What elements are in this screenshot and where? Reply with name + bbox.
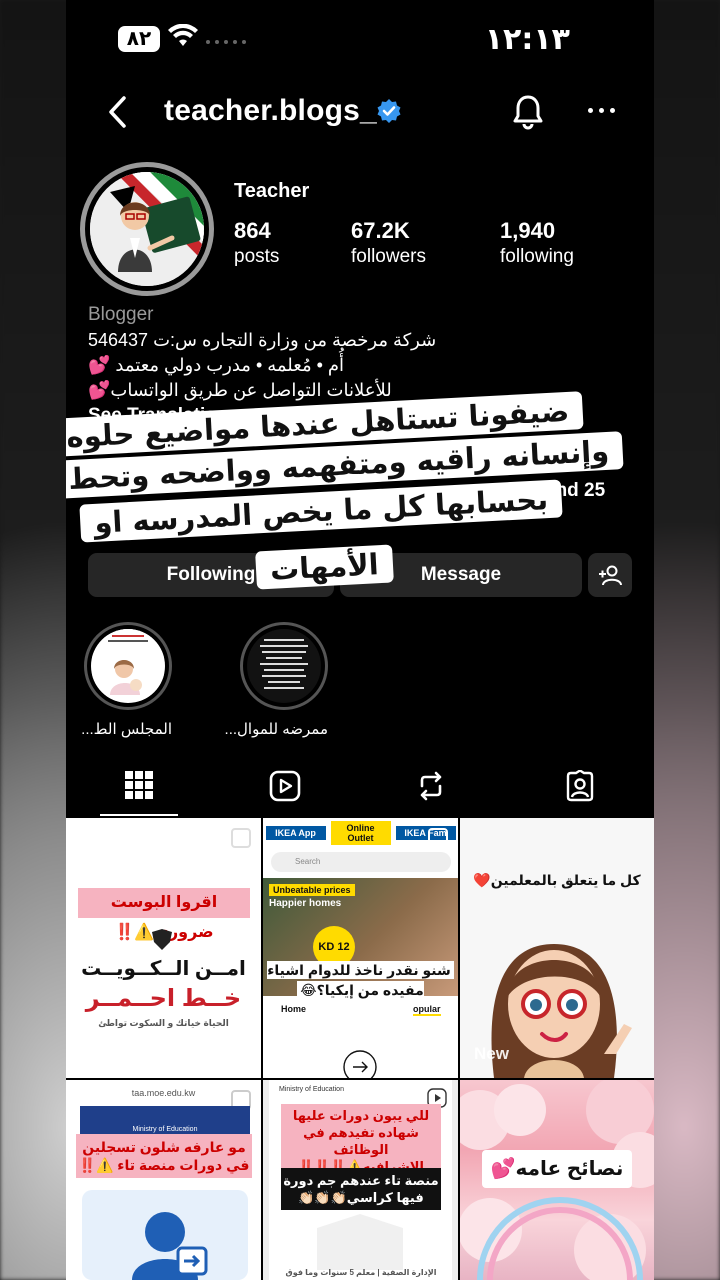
- police-badge-icon: [152, 929, 172, 950]
- ikea-search-bar: Search: [271, 852, 451, 872]
- post-headline: للي يبون دورات عليها شهاده تفيدهم في الو…: [281, 1104, 441, 1178]
- posts-stat[interactable]: 864 posts: [234, 218, 279, 268]
- post-red-text: خــط احــمــر: [85, 985, 242, 1012]
- profile-avatar[interactable]: [80, 162, 214, 296]
- post-headline: اقروا البوست ضروري⚠️‼️: [78, 888, 250, 941]
- post-tile[interactable]: نصائح عامه💕: [460, 1080, 654, 1280]
- suggest-people-button[interactable]: [588, 553, 632, 597]
- reposts-tab-icon[interactable]: [416, 770, 446, 802]
- post-tile[interactable]: IKEA App Online Outlet IKEA Fam Search U…: [263, 818, 458, 1078]
- highlight-label: ممرضه للموال...: [224, 721, 328, 738]
- highlight-item[interactable]: ممرضه للموال...: [224, 622, 328, 738]
- ministry-label: Ministry of Education: [279, 1086, 344, 1093]
- more-options-icon[interactable]: [588, 108, 615, 113]
- active-tab-indicator: [100, 814, 178, 816]
- ikea-popular-label: opular: [413, 1004, 441, 1016]
- add-person-icon: [599, 565, 622, 586]
- status-bar: ٨٢ ١٢:١٣: [66, 0, 654, 80]
- back-arrow-icon[interactable]: [106, 94, 130, 130]
- bio-line-2: أُم • مُعلمه • مدرب دولي معتمد 💕: [88, 355, 345, 375]
- new-label: New: [474, 1044, 509, 1063]
- posts-label: posts: [234, 246, 280, 267]
- instagram-profile-screen: ٨٢ ١٢:١٣ teacher.blogs_ Teacher 864 post…: [66, 0, 654, 1280]
- arrow-right-icon: [343, 1050, 377, 1078]
- post-subheadline: منصة تاء عندهم جم دورة فيها كراسي👏🏻👏🏻👏🏻: [281, 1168, 441, 1210]
- post-tile[interactable]: كل ما يتعلق بالمعلمين❤️ New: [460, 818, 654, 1078]
- hexagon-graphic: [317, 1214, 403, 1270]
- profile-tabs: [66, 762, 654, 818]
- new-label: New: [277, 1044, 312, 1063]
- followers-count: 67.2K: [351, 218, 410, 243]
- avatar-image: [90, 172, 204, 286]
- following-count: 1,940: [500, 218, 556, 243]
- ikea-banner-title: Happier homes: [269, 898, 342, 909]
- highlight-label: المجلس الط...: [81, 721, 172, 738]
- profile-display-name: Teacher: [234, 180, 310, 202]
- post-headline: مو عارفه شلون تسجلين في دورات منصة تاء ⚠…: [76, 1134, 252, 1178]
- status-time: ١٢:١٣: [484, 22, 570, 57]
- following-stat[interactable]: 1,940 following: [500, 218, 574, 268]
- cellular-signal-icon: [206, 40, 246, 44]
- notification-bell-icon[interactable]: [512, 94, 544, 130]
- tagged-tab-icon[interactable]: [564, 770, 596, 802]
- ikea-home-label: Home: [281, 1004, 307, 1014]
- verified-badge-icon: [377, 99, 401, 123]
- post-headline: نصائح عامه💕: [482, 1150, 632, 1188]
- post-tile[interactable]: اقروا البوست ضروري⚠️‼️ امــن الــكــويــ…: [66, 818, 261, 1078]
- user-illustration: [82, 1190, 248, 1280]
- post-footer-text: الإدارة الصفية | معلم 5 سنوات وما فوق: [285, 1268, 437, 1277]
- reels-tab-icon[interactable]: [269, 770, 301, 802]
- ikea-tab: IKEA App: [265, 826, 326, 840]
- post-brand-text: امــن الــكــويــت: [81, 958, 246, 980]
- posts-count: 864: [234, 218, 271, 243]
- following-label: following: [500, 246, 574, 267]
- bio-line-1: شركة مرخصة من وزارة التجاره س:ت 546437: [88, 330, 437, 350]
- profile-category: Blogger: [88, 304, 154, 325]
- post-caption-text: شنو نقدر ناخذ للدوام اشياء مفيده من إيكي…: [267, 961, 454, 999]
- followers-stat[interactable]: 67.2K followers: [351, 218, 426, 268]
- highlight-cover: [247, 629, 321, 703]
- followers-label: followers: [351, 246, 426, 267]
- battery-indicator: ٨٢: [118, 26, 160, 52]
- wifi-icon: [168, 24, 198, 46]
- post-tile[interactable]: taa.moe.edu.kw Ministry of Education مو …: [66, 1080, 261, 1280]
- ikea-banner-tag: Unbeatable prices: [269, 884, 355, 896]
- carousel-icon: [231, 828, 251, 848]
- profile-header: teacher.blogs_: [66, 88, 654, 138]
- carousel-icon: [428, 828, 448, 848]
- post-tile[interactable]: Ministry of Education للي يبون دورات علي…: [263, 1080, 458, 1280]
- grid-tab-icon[interactable]: [124, 770, 154, 800]
- ikea-tab: Online Outlet: [330, 821, 391, 845]
- post-subtitle: الحياة خياتك و السكوت تواطئ: [98, 1018, 229, 1028]
- highlight-item[interactable]: المجلس الط...: [81, 622, 172, 738]
- profile-username: teacher.blogs_: [164, 94, 377, 127]
- highlight-cover: [91, 629, 165, 703]
- overlay-caption-line: الأمهات: [255, 544, 394, 590]
- post-headline: كل ما يتعلق بالمعلمين❤️: [473, 872, 641, 888]
- user-login-icon: [132, 1212, 208, 1280]
- post-caption: شنو نقدر ناخذ للدوام اشياء مفيده من إيكي…: [263, 960, 458, 1000]
- new-label: New: [80, 1044, 115, 1063]
